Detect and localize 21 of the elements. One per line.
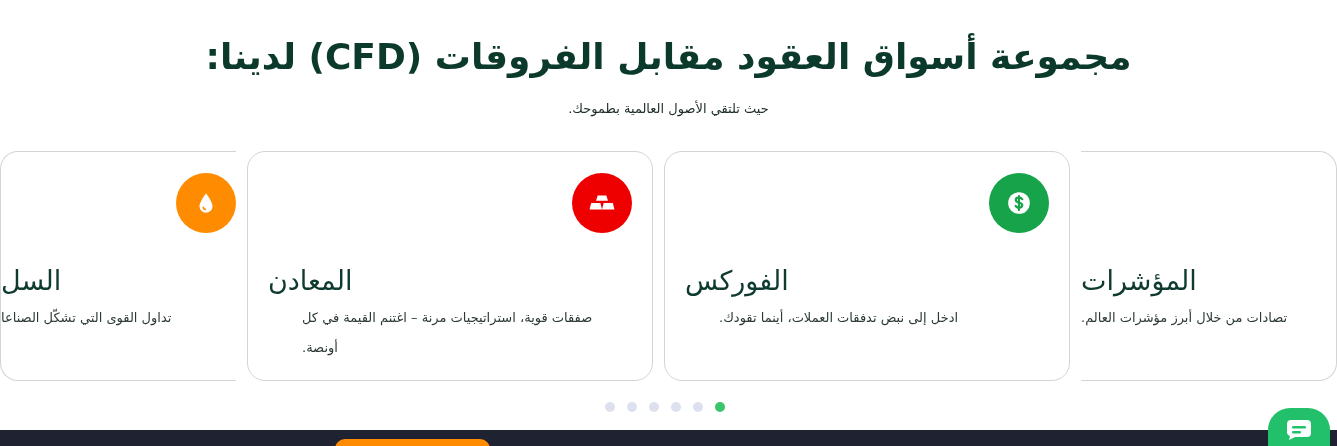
card-description: صفقات قوية، استراتيجيات مرنة – اغتنم القيمة في كل أونصة. [302, 309, 594, 358]
card-title: الفوركس [685, 264, 790, 299]
card-title: المعادن [268, 264, 354, 298]
card-description: تصادات من خلال أبرز مؤشرات العالم. [1081, 308, 1289, 328]
pagination-dot[interactable] [604, 402, 615, 412]
pagination-dot[interactable] [714, 402, 725, 412]
section-heading: مجموعة أسواق العقود مقابل الفروقات (CFD) لدينا: [0, 0, 1337, 81]
section-subtitle: حيث تلتقي الأصول العالمية بطموحك. [567, 100, 770, 118]
card-title: السل [1, 264, 63, 298]
market-card[interactable]: المعادن صفقات قوية، استراتيجيات مرنة – اغتنم القيمة في كل أونصة. [247, 151, 653, 381]
market-card[interactable]: المؤشرات تصادات من خلال أبرز مؤشرات العالم. [1081, 151, 1337, 381]
pagination-dot[interactable] [648, 402, 659, 412]
pagination-dot[interactable] [692, 402, 703, 412]
card-description: ادخل إلى نبض تدفقات العملات، أينما تقودك. [719, 308, 960, 328]
pagination-dot[interactable] [670, 402, 681, 412]
card-description: تداول القوى التي تشكّل الصناعا [1, 307, 173, 328]
chat-icon [1287, 420, 1311, 440]
market-card[interactable]: السل تداول القوى التي تشكّل الصناعا [0, 151, 236, 381]
pagination-dot[interactable] [626, 402, 637, 412]
market-card[interactable]: الفوركس ادخل إلى نبض تدفقات العملات، أينما تقودك. [664, 151, 1070, 381]
card-title: المؤشرات [1081, 264, 1198, 299]
